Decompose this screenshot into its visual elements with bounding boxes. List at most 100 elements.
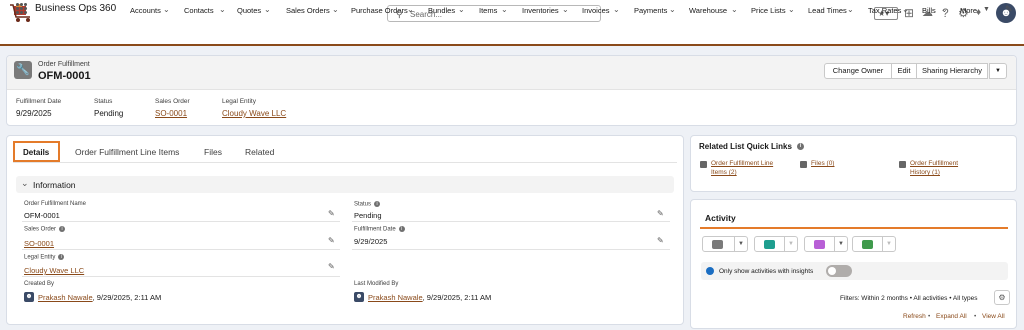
edit-pencil-icon[interactable]: ✎ (328, 209, 335, 218)
new-email-button[interactable]: ▼ (702, 236, 748, 252)
chevron-down-icon[interactable]: ▼ (734, 236, 747, 252)
quick-link-icon (899, 161, 906, 168)
quick-link-files[interactable]: Files (0) (811, 159, 834, 168)
filter-settings-gear-icon[interactable]: ⚙ (994, 290, 1010, 305)
chevron-down-icon[interactable]: ⌄ (941, 5, 948, 14)
nav-item-quotes[interactable]: Quotes (237, 6, 261, 15)
quick-link-line-items[interactable]: Order Fulfillment Line Items (2) (711, 159, 773, 177)
field-value-sales-order[interactable]: SO-0001 (24, 239, 54, 248)
quick-link-history[interactable]: Order Fulfillment History (1) (910, 159, 958, 177)
field-value-fulfillment-date: 9/29/2025 (354, 237, 388, 246)
legal-entity-link[interactable]: Cloudy Wave LLC (222, 109, 286, 118)
chevron-down-icon[interactable]: ⌄ (264, 5, 271, 14)
modified-by-user-link[interactable]: Prakash Nawale (368, 293, 423, 302)
chevron-down-icon[interactable]: ⌄ (407, 5, 414, 14)
edit-pencil-icon[interactable]: ✎ (657, 236, 664, 245)
calendar-icon (814, 240, 825, 249)
record-title: OFM-0001 (38, 70, 91, 82)
highlight-label: Sales Order (155, 98, 190, 105)
chevron-down-icon[interactable]: ⌄ (731, 5, 738, 14)
nav-item-bills[interactable]: Bills (922, 6, 936, 15)
chevron-down-icon[interactable]: ⌄ (562, 5, 569, 14)
sales-order-link[interactable]: SO-0001 (155, 109, 187, 118)
info-icon[interactable]: i (58, 254, 65, 260)
quick-link-text: Items (2) (711, 169, 737, 176)
nav-item-warehouse[interactable]: Warehouse (689, 6, 727, 15)
nav-item-bundles[interactable]: Bundles (428, 6, 455, 15)
quick-link-icon (700, 161, 707, 168)
info-icon[interactable]: i (398, 226, 405, 232)
insights-toggle[interactable] (826, 265, 852, 277)
nav-item-accounts[interactable]: Accounts (130, 6, 161, 15)
field-divider (352, 221, 670, 222)
field-value-legal-entity[interactable]: Cloudy Wave LLC (24, 266, 84, 275)
refresh-link[interactable]: Refresh (903, 313, 926, 320)
info-icon[interactable]: i (59, 226, 66, 232)
field-divider (22, 249, 340, 250)
chevron-down-icon[interactable]: ⌄ (163, 5, 170, 14)
nav-item-invoices[interactable]: Invoices (582, 6, 610, 15)
nav-item-inventories[interactable]: Inventories (522, 6, 559, 15)
edit-nav-pencil-icon[interactable]: ✎ (1005, 4, 1013, 15)
edit-pencil-icon[interactable]: ✎ (657, 209, 664, 218)
chevron-down-icon[interactable]: ⌄ (847, 5, 854, 14)
chevron-down-icon[interactable]: ⌄ (788, 5, 795, 14)
chevron-down-icon[interactable]: ⌄ (902, 5, 909, 14)
new-task-button[interactable]: ▼ (852, 236, 896, 252)
highlight-label: Legal Entity (222, 98, 256, 105)
view-all-link[interactable]: View All (982, 313, 1005, 320)
tab-related[interactable]: Related (245, 147, 274, 157)
change-owner-button[interactable]: Change Owner (824, 63, 892, 79)
chevron-down-icon[interactable]: ⌄ (669, 5, 676, 14)
field-label: Legal Entity i (24, 254, 65, 261)
edit-pencil-icon[interactable]: ✎ (328, 236, 335, 245)
nav-item-price-lists[interactable]: Price Lists (751, 6, 786, 15)
edit-pencil-icon[interactable]: ✎ (328, 262, 335, 271)
modified-by-value: Prakash Nawale, 9/29/2025, 2:11 AM (368, 293, 491, 302)
created-by-user-link[interactable]: Prakash Nawale (38, 293, 93, 302)
sharing-hierarchy-button[interactable]: Sharing Hierarchy (916, 63, 988, 79)
chevron-down-icon[interactable]: ⌄ (613, 5, 620, 14)
nav-item-tax-rates[interactable]: Tax Rates (868, 6, 901, 15)
section-header-information[interactable]: ⌄ Information (16, 176, 674, 193)
tab-details[interactable]: Details (13, 141, 60, 162)
nav-item-sales-orders[interactable]: Sales Orders (286, 6, 330, 15)
email-icon (712, 240, 723, 249)
tab-divider (13, 162, 677, 163)
nav-item-lead-times[interactable]: Lead Times (808, 6, 847, 15)
nav-item-purchase-orders[interactable]: Purchase Orders (351, 6, 408, 15)
nav-item-items[interactable]: Items (479, 6, 497, 15)
chevron-down-icon[interactable]: ⌄ (219, 5, 226, 14)
wrench-icon: 🔧 (14, 61, 32, 79)
nav-item-contacts[interactable]: Contacts (184, 6, 214, 15)
info-icon[interactable]: i (796, 143, 804, 151)
field-label: Status i (354, 201, 381, 208)
chevron-down-icon[interactable]: ▼ (834, 236, 847, 252)
tab-files[interactable]: Files (204, 147, 222, 157)
field-label: Sales Order i (24, 226, 66, 233)
nav-item-payments[interactable]: Payments (634, 6, 667, 15)
edit-button[interactable]: Edit (891, 63, 917, 79)
app-launcher-icon[interactable] (16, 3, 27, 14)
chevron-down-icon[interactable]: ▼ (784, 236, 797, 252)
more-actions-dropdown[interactable]: ▼ (989, 63, 1007, 79)
chevron-down-icon[interactable]: ▼ (882, 236, 895, 252)
field-label-text: Legal Entity (24, 254, 56, 261)
created-by-time: , 9/29/2025, 2:11 AM (92, 293, 162, 302)
new-event-button[interactable]: ▼ (804, 236, 848, 252)
chevron-down-icon[interactable]: ⌄ (332, 5, 339, 14)
tab-line-items[interactable]: Order Fulfillment Line Items (75, 147, 179, 157)
caret-down-icon[interactable]: ▼ (983, 6, 990, 13)
link-separator: • (974, 313, 977, 320)
activity-tab[interactable]: Activity (705, 213, 736, 223)
chevron-down-icon[interactable]: ⌄ (458, 5, 465, 14)
nav-item-more[interactable]: More (960, 6, 977, 15)
field-label-text: Sales Order (24, 226, 57, 233)
quick-link-text: Order Fulfillment (910, 160, 959, 167)
info-icon[interactable]: i (374, 201, 381, 207)
expand-all-link[interactable]: Expand All (936, 313, 967, 320)
field-divider (22, 221, 340, 222)
log-call-button[interactable]: ▼ (754, 236, 798, 252)
quick-link-icon (800, 161, 807, 168)
chevron-down-icon[interactable]: ⌄ (501, 5, 508, 14)
